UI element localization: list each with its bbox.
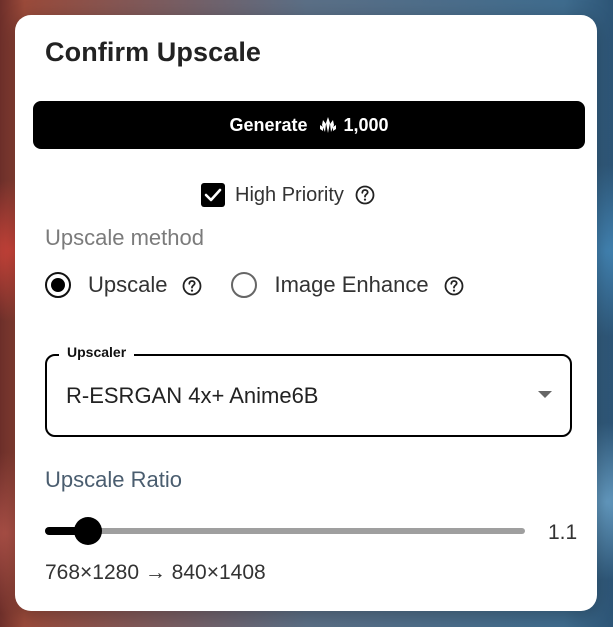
- help-icon[interactable]: [181, 274, 203, 296]
- high-priority-label: High Priority: [235, 183, 344, 206]
- radio-option-image-enhance[interactable]: Image Enhance: [231, 272, 464, 298]
- upscaler-value: R-ESRGAN 4x+ Anime6B: [66, 383, 319, 408]
- upscale-method-label: Upscale method: [45, 225, 204, 250]
- upscale-ratio-label: Upscale Ratio: [45, 467, 182, 492]
- help-icon[interactable]: [354, 184, 376, 206]
- high-priority-checkbox[interactable]: [201, 183, 225, 207]
- anlas-icon: [318, 115, 338, 135]
- confirm-upscale-dialog: Confirm Upscale Generate 1,000 High Prio…: [15, 15, 597, 611]
- radio-button-selected[interactable]: [45, 272, 71, 298]
- slider-track[interactable]: [45, 528, 525, 534]
- upscaler-legend: Upscaler: [59, 344, 135, 360]
- generate-cost-value: 1,000: [343, 114, 389, 135]
- generate-cost: 1,000: [318, 115, 389, 136]
- high-priority-row: High Priority: [201, 183, 376, 207]
- upscale-ratio-slider[interactable]: [45, 517, 525, 545]
- checkmark-icon: [204, 188, 222, 202]
- radio-label-image-enhance: Image Enhance: [274, 272, 429, 297]
- generate-label: Generate: [229, 114, 308, 135]
- upscale-ratio-value: 1.1: [548, 521, 578, 544]
- upscaler-select[interactable]: Upscaler R-ESRGAN 4x+ Anime6B: [45, 344, 572, 437]
- slider-thumb[interactable]: [74, 517, 102, 545]
- upscale-method-radio-group: Upscale Image Enhance: [45, 272, 465, 298]
- radio-button-unselected[interactable]: [231, 272, 258, 298]
- resolution-change: 768×1280 → 840×1408: [45, 561, 266, 584]
- radio-option-upscale[interactable]: Upscale: [45, 272, 203, 298]
- dropdown-arrow-icon[interactable]: [538, 391, 552, 398]
- dialog-title: Confirm Upscale: [45, 37, 262, 67]
- generate-button[interactable]: Generate 1,000: [33, 101, 585, 149]
- radio-label-upscale: Upscale: [88, 272, 168, 297]
- help-icon[interactable]: [443, 274, 465, 296]
